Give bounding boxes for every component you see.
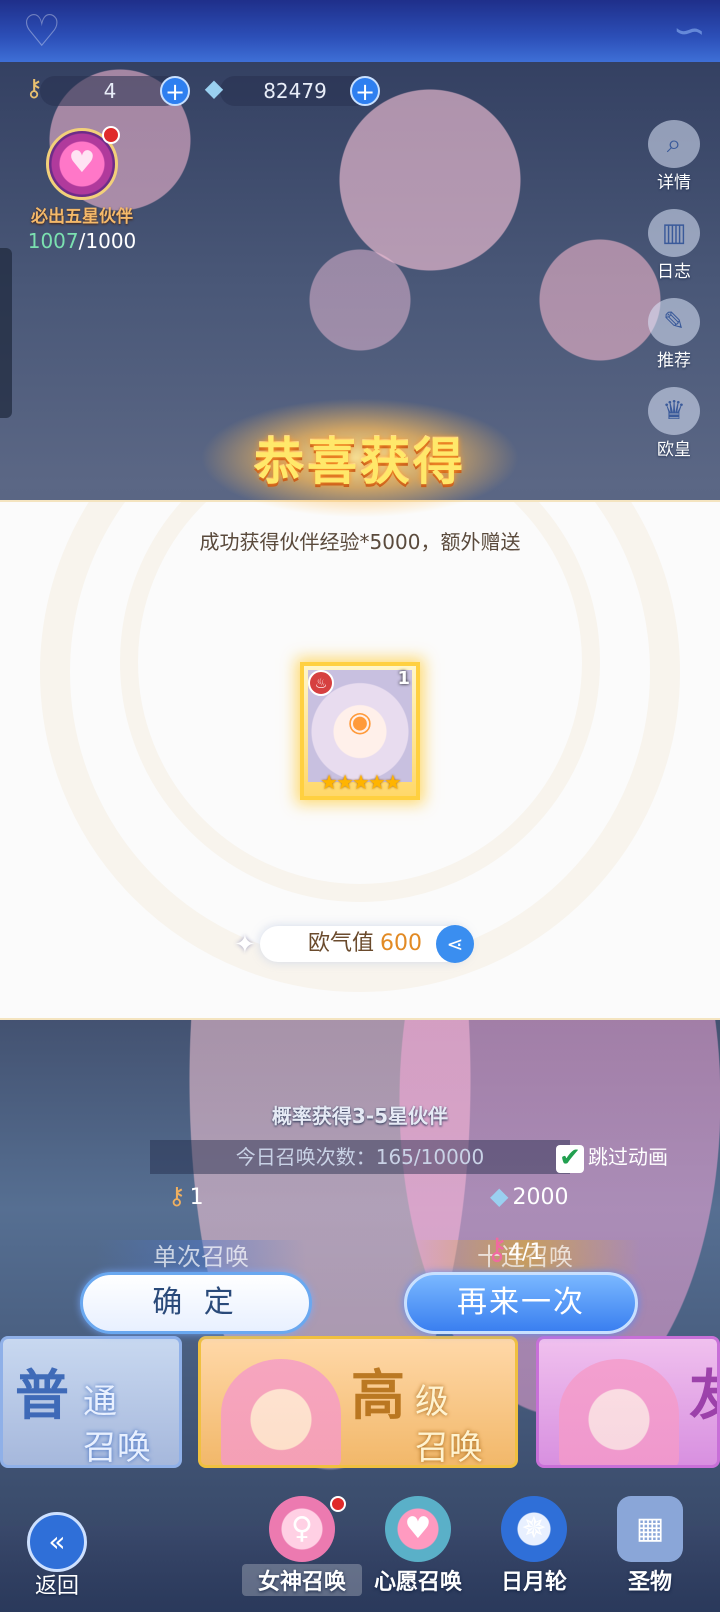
back-arrow-icon: « (27, 1512, 87, 1572)
swoosh-decoration-icon: ∽ (672, 8, 706, 54)
crystal-icon: ◆ (490, 1182, 509, 1210)
checkbox-checked-icon: ✔ (556, 1144, 584, 1173)
pool-rest-text: 通 召唤 (83, 1382, 151, 1468)
side-menu-label: 推荐 (657, 351, 691, 371)
ten-summon-cost: ◆ 2000 (490, 1182, 568, 1210)
key-icon: ⚷ (168, 1182, 186, 1210)
crystals-value: 82479 (263, 79, 327, 103)
top-bar: ♡ ∽ (0, 0, 720, 62)
side-menu-label: 日志 (657, 262, 691, 282)
single-summon-tab[interactable]: 单次召唤 (96, 1240, 306, 1274)
confirm-button[interactable]: 确 定 (80, 1272, 312, 1334)
side-menu-log[interactable]: ▥ 日志 (642, 209, 706, 282)
key-count: ⚷4/1 (486, 1232, 543, 1267)
tab-wish-summon[interactable]: ♥ 心愿召唤 (358, 1496, 478, 1596)
tab-label: 心愿召唤 (373, 1570, 462, 1595)
luck-label: 欧气值 (307, 931, 374, 956)
pool-rest-text: 级 召唤 (415, 1382, 483, 1468)
notification-dot (102, 126, 120, 144)
skip-animation-label: 跳过动画 (588, 1145, 668, 1169)
add-crystals-button[interactable]: + (350, 76, 380, 106)
add-keys-button[interactable]: + (160, 76, 190, 106)
reward-description: 成功获得伙伴经验*5000，额外赠送 (199, 530, 521, 554)
single-summon-cost: ⚷ 1 (168, 1182, 204, 1210)
tab-label: 女神召唤 (242, 1564, 362, 1596)
luck-value-pill: 欧气值 600 ⋖ (260, 925, 474, 963)
normal-summon-pool[interactable]: 普 通 召唤 (0, 1336, 182, 1468)
crystals-resource: ◆ 82479 + (205, 74, 380, 106)
key-icon: ⚷ (25, 74, 43, 102)
partner-card[interactable]: ◉ ♨ 1 ★★★★★ (300, 662, 420, 800)
today-summon-count: 今日召唤次数：165/10000 (150, 1140, 570, 1174)
single-cost-value: 1 (189, 1185, 204, 1210)
guarantee-label: 必出五星伙伴 (31, 207, 133, 227)
keys-resource: ⚷ 4 + (25, 74, 190, 106)
pool-big-char: 普 (15, 1364, 69, 1427)
guarantee-current: 1007 (27, 229, 79, 253)
card-level: 1 (397, 668, 410, 689)
back-button[interactable]: « 返回 (12, 1512, 102, 1600)
heart-icon: ♥ (385, 1496, 451, 1562)
pool-big-char: 高 (351, 1364, 405, 1427)
friend-summon-pool[interactable]: 友 (536, 1336, 720, 1468)
pink-key-icon: ⚷ (486, 1232, 508, 1267)
book-icon: ▥ (648, 209, 700, 257)
tab-goddess-summon[interactable]: ♀ 女神召唤 (242, 1496, 362, 1596)
girl-portrait (221, 1359, 341, 1465)
crystal-icon: ◆ (204, 74, 224, 102)
guarantee-five-star[interactable]: ♥ 必出五星伙伴 1007/1000 (22, 126, 142, 253)
compass-icon: ✵ (501, 1496, 567, 1562)
relic-chest-icon: ▦ (617, 1496, 683, 1562)
guarantee-total: /1000 (78, 229, 137, 253)
skip-animation-toggle[interactable]: ✔ 跳过动画 (556, 1140, 668, 1174)
back-label: 返回 (34, 1574, 79, 1599)
goddess-icon: ♀ (269, 1496, 335, 1562)
advanced-summon-pool[interactable]: 高 级 召唤 (198, 1336, 518, 1468)
congrats-title: 恭喜获得 (254, 433, 466, 491)
pool-big-char: 友 (689, 1351, 717, 1430)
summon-again-button[interactable]: 再来一次 (404, 1272, 638, 1334)
magnifier-icon: ⌕ (648, 120, 700, 168)
bottom-nav: « 返回 ♀ 女神召唤 ♥ 心愿召唤 ✵ 日月轮 ▦ 圣物 (0, 1496, 720, 1612)
notification-dot (330, 1496, 346, 1512)
quill-icon: ✎ (648, 298, 700, 346)
girl-portrait (559, 1359, 679, 1465)
key-count-value: 4/1 (507, 1240, 544, 1265)
side-menu-details[interactable]: ⌕ 详情 (642, 120, 706, 193)
side-menu-label: 详情 (657, 173, 691, 193)
tab-relics[interactable]: ▦ 圣物 (590, 1496, 710, 1596)
share-icon[interactable]: ⋖ (436, 925, 474, 963)
side-menu-recommend[interactable]: ✎ 推荐 (642, 298, 706, 371)
heart-logo-icon: ♡ (22, 6, 62, 57)
keys-value: 4 (103, 79, 117, 103)
tab-label: 日月轮 (500, 1570, 567, 1595)
reward-panel: 成功获得伙伴经验*5000，额外赠送 ◉ ♨ 1 ★★★★★ ✦ 欧气值 600 … (0, 500, 720, 1020)
left-drawer-handle[interactable] (0, 248, 12, 418)
tab-sun-moon-wheel[interactable]: ✵ 日月轮 (474, 1496, 594, 1596)
sparkle-icon: ✦ (234, 930, 256, 960)
guarantee-progress: 1007/1000 (22, 229, 142, 253)
fire-element-icon: ♨ (308, 670, 334, 696)
tab-label: 圣物 (627, 1570, 672, 1595)
luck-value: 600 (380, 931, 422, 956)
ten-cost-value: 2000 (512, 1185, 569, 1210)
five-stars-icon: ★★★★★ (320, 770, 402, 794)
summon-rate-text: 概率获得3-5星伙伴 (271, 1104, 449, 1128)
